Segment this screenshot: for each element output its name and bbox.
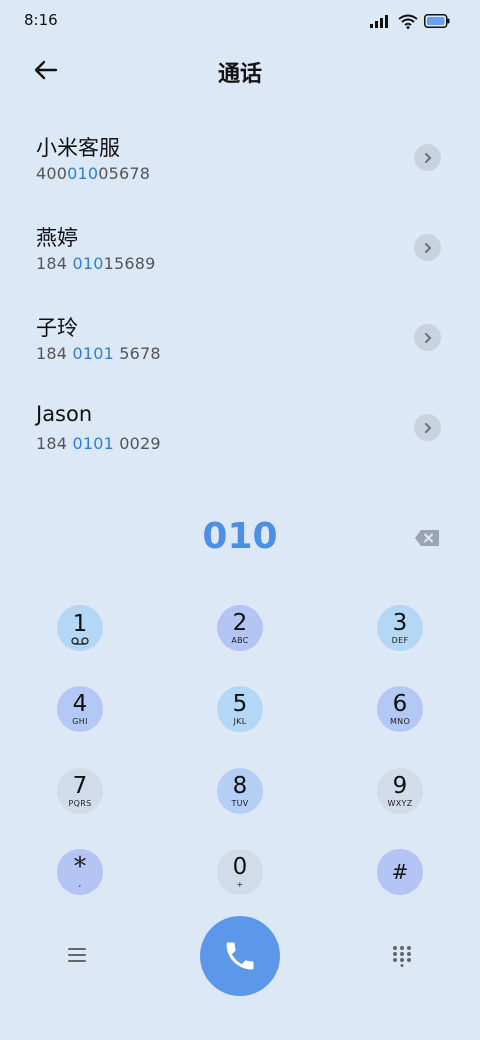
dial-display: 010 <box>0 512 480 566</box>
keypad: 1 2 ABC 3 DEF 4 GHI 5 JKL 6 MNO 7 PQRS 8… <box>0 604 480 904</box>
contact-name: Jason <box>36 402 93 426</box>
backspace-button[interactable] <box>414 529 440 547</box>
key-7[interactable]: 7 PQRS <box>57 768 103 814</box>
signal-icon <box>370 15 388 28</box>
contact-number: 40001005678 <box>36 164 151 183</box>
contact-detail-button[interactable] <box>414 414 441 441</box>
key-9[interactable]: 9 WXYZ <box>377 768 423 814</box>
contact-row[interactable]: Jason 184 0101 0029 <box>0 382 480 472</box>
key-6[interactable]: 6 MNO <box>377 686 423 732</box>
contact-detail-button[interactable] <box>414 234 441 261</box>
chevron-right-icon <box>424 332 431 343</box>
contact-name: 小米客服 <box>36 136 120 160</box>
key-5[interactable]: 5 JKL <box>217 686 263 732</box>
page-title: 通话 <box>217 62 262 87</box>
contact-name: 子玲 <box>36 316 78 340</box>
key-hash[interactable]: # <box>377 849 423 895</box>
chevron-right-icon <box>424 152 431 163</box>
dialed-number: 010 <box>202 516 278 557</box>
chevron-right-icon <box>424 242 431 253</box>
key-star[interactable]: * , <box>57 849 103 895</box>
key-8[interactable]: 8 TUV <box>217 768 263 814</box>
key-3[interactable]: 3 DEF <box>377 605 423 651</box>
status-time: 8:16 <box>24 11 58 29</box>
contact-number: 184 0101 5678 <box>36 344 161 363</box>
key-1[interactable]: 1 <box>57 605 103 651</box>
call-button[interactable] <box>200 916 280 996</box>
voicemail-icon <box>71 636 89 645</box>
dialpad-icon <box>393 946 411 967</box>
bottom-bar <box>0 912 480 1002</box>
status-bar: 8:16 <box>0 0 480 40</box>
key-2[interactable]: 2 ABC <box>217 605 263 651</box>
status-icons <box>370 12 450 30</box>
menu-icon <box>68 948 86 962</box>
contact-row[interactable]: 子玲 184 0101 5678 <box>0 292 480 382</box>
contact-row[interactable]: 小米客服 40001005678 <box>0 112 480 202</box>
contact-detail-button[interactable] <box>414 144 441 171</box>
contact-row[interactable]: 燕婷 184 01015689 <box>0 202 480 292</box>
wifi-icon <box>398 14 418 29</box>
menu-button[interactable] <box>66 946 88 964</box>
key-4[interactable]: 4 GHI <box>57 686 103 732</box>
header: 通话 <box>0 48 480 92</box>
chevron-right-icon <box>424 422 431 433</box>
contact-number: 184 0101 0029 <box>36 434 161 453</box>
contact-detail-button[interactable] <box>414 324 441 351</box>
battery-icon <box>424 14 450 28</box>
dialpad-button[interactable] <box>392 945 412 967</box>
key-0[interactable]: 0 + <box>217 849 263 895</box>
contact-name: 燕婷 <box>36 226 78 250</box>
backspace-icon <box>415 530 439 546</box>
contact-number: 184 01015689 <box>36 254 156 273</box>
phone-icon <box>226 942 254 970</box>
